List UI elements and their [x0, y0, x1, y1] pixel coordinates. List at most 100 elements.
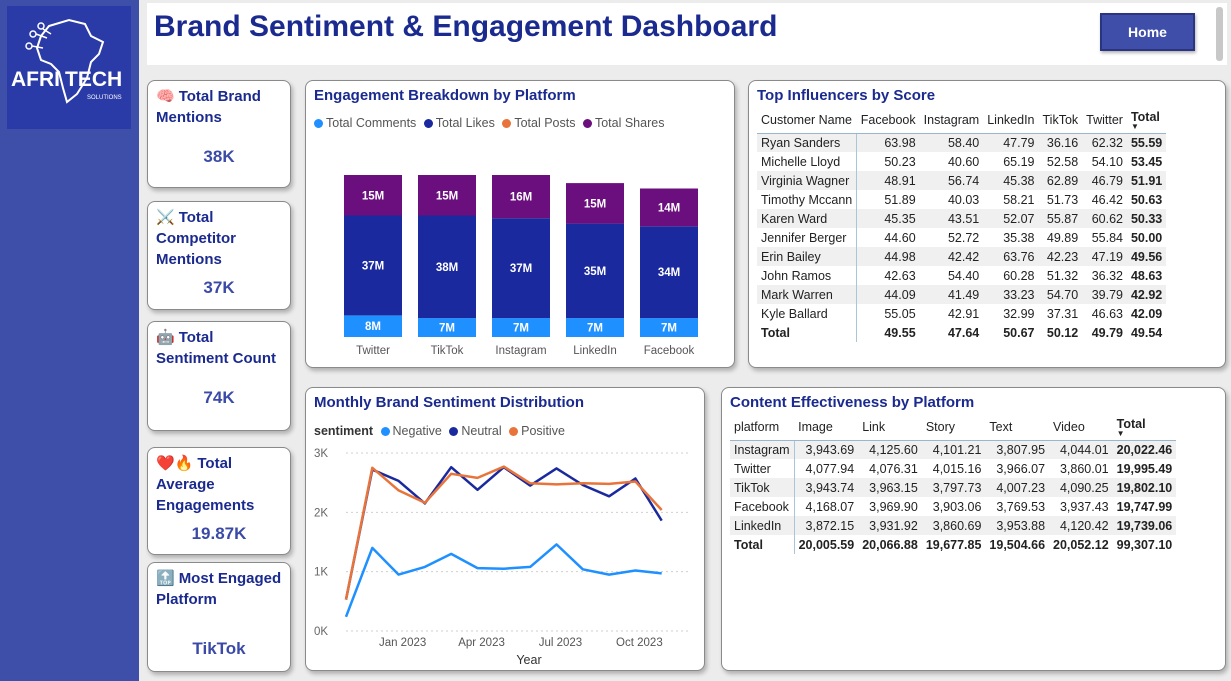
- table-row[interactable]: Michelle Lloyd 50.23 40.60 65.19 52.58 54.10 5…: [757, 152, 1166, 171]
- total-cell: 50.12: [1038, 323, 1083, 342]
- legend-item[interactable]: Total Comments: [314, 116, 416, 130]
- data-label: 7M: [661, 323, 677, 335]
- panel-title: Content Effectiveness by Platform: [730, 394, 975, 411]
- data-label: 7M: [513, 323, 529, 335]
- table-row[interactable]: TikTok 3,943.74 3,963.15 3,797.73 4,007.23 4,…: [730, 478, 1177, 497]
- column-header[interactable]: Facebook: [856, 107, 920, 134]
- x-tick-label: TikTok: [431, 345, 464, 357]
- table-cell: 50.63: [1130, 192, 1163, 207]
- table-row[interactable]: Virginia Wagner 48.91 56.74 45.38 62.89 46.79…: [757, 171, 1167, 190]
- table-cell: 43.51: [919, 209, 984, 228]
- table-row[interactable]: Mark Warren 44.09 41.49 33.23 54.70 39.79 42.9…: [757, 285, 1167, 304]
- table-row[interactable]: John Ramos 42.63 54.40 60.28 51.32 36.32 48.63: [757, 266, 1166, 285]
- table-cell: 45.35: [856, 209, 920, 228]
- table-cell: 3,943.74: [794, 478, 859, 497]
- total-cell: 50.67: [983, 323, 1039, 342]
- column-header[interactable]: Twitter: [1082, 107, 1127, 134]
- table-cell: 46.79: [1082, 171, 1127, 190]
- series-line[interactable]: [344, 465, 663, 600]
- table-cell: 40.03: [947, 192, 980, 207]
- row-label: Kyle Ballard: [757, 304, 858, 323]
- row-label: Twitter: [730, 459, 795, 478]
- table-cell: 39.79: [1082, 285, 1127, 304]
- table-row[interactable]: Kyle Ballard 55.05 42.91 32.99 37.31 46.63 42.…: [757, 304, 1166, 323]
- table-row[interactable]: Ryan Sanders 63.98 58.40 47.79 36.16 62.32 55.…: [757, 133, 1167, 152]
- table-row[interactable]: Instagram 3,943.69 4,125.60 4,101.21 3,807.9…: [730, 440, 1177, 459]
- company-logo: AFRI TECH SOLUTIONS: [7, 6, 131, 129]
- total-cell: 49.79: [1082, 323, 1127, 342]
- table-cell: 4,077.94: [805, 461, 855, 476]
- table-cell: 58.40: [919, 133, 984, 152]
- series-line[interactable]: [344, 543, 662, 618]
- page-title: Brand Sentiment & Engagement Dashboard: [154, 10, 778, 43]
- x-tick-label: Facebook: [644, 345, 695, 357]
- column-header[interactable]: Image: [794, 414, 859, 441]
- table-cell: 3,860.01: [1059, 461, 1109, 476]
- column-header-sorted[interactable]: Total ▼: [1112, 414, 1177, 441]
- column-header[interactable]: Text: [985, 414, 1050, 441]
- legend-item[interactable]: Neutral: [449, 424, 502, 438]
- table-cell: 4,090.25: [1049, 478, 1113, 497]
- legend-item[interactable]: Negative: [380, 424, 442, 438]
- legend-item[interactable]: Total Likes: [423, 116, 495, 130]
- table-cell: 52.58: [1046, 154, 1079, 169]
- table-cell: 3,903.06: [932, 499, 982, 514]
- content-effectiveness-panel: Content Effectiveness by Platform platfo…: [721, 387, 1226, 671]
- y-tick-label: 1K: [314, 567, 328, 579]
- legend-item[interactable]: Total Shares: [582, 116, 664, 130]
- row-label: Facebook: [730, 497, 795, 516]
- home-button[interactable]: Home: [1100, 13, 1195, 51]
- table-row[interactable]: LinkedIn 3,872.15 3,931.92 3,860.69 3,953.88…: [730, 516, 1177, 535]
- table-cell: 51.73: [1046, 192, 1079, 207]
- y-tick-label: 3K: [314, 448, 328, 460]
- column-header[interactable]: Instagram: [919, 107, 984, 134]
- scrollbar[interactable]: [1216, 7, 1223, 61]
- table-cell: 62.89: [1038, 171, 1083, 190]
- table-cell: 42.23: [1038, 247, 1083, 266]
- column-header[interactable]: platform: [730, 414, 795, 441]
- table-cell: 4,101.21: [921, 440, 986, 459]
- column-header-sorted[interactable]: Total ▼: [1126, 107, 1167, 134]
- x-tick-label: Apr 2023: [458, 637, 505, 649]
- svg-text:TECH: TECH: [65, 68, 122, 91]
- legend-item[interactable]: Positive: [509, 424, 565, 438]
- table-cell: 4,120.42: [1049, 516, 1113, 535]
- svg-text:AFRI: AFRI: [11, 68, 60, 91]
- table-row[interactable]: Facebook 4,168.07 3,969.90 3,903.06 3,769.53…: [730, 497, 1176, 516]
- table-row[interactable]: Timothy Mccann 51.89 40.03 58.21 51.73 46.42 5…: [757, 190, 1166, 209]
- table-cell: 63.98: [856, 133, 920, 152]
- row-label: Karen Ward: [757, 209, 858, 228]
- table-cell: 46.42: [1091, 192, 1123, 207]
- engagement-bar-chart: 8M 37M 15M Twitter 7M 38M 15M TikTok 7M 37M 16M Ins…: [344, 175, 698, 357]
- table-cell: 3,807.95: [985, 440, 1050, 459]
- column-header[interactable]: Video: [1049, 414, 1113, 441]
- table-cell: 60.62: [1082, 209, 1127, 228]
- table-row[interactable]: Erin Bailey 44.98 42.42 63.76 42.23 47.19 49.5…: [757, 247, 1167, 266]
- column-header[interactable]: TikTok: [1038, 107, 1083, 134]
- column-header[interactable]: Customer Name: [757, 107, 857, 134]
- kpi-value: 38K: [203, 147, 235, 166]
- x-tick-label: Jan 2023: [379, 637, 426, 649]
- total-cell: 49.55: [856, 323, 920, 342]
- legend-item[interactable]: Total Posts: [502, 116, 575, 130]
- table-cell: 3,963.15: [858, 478, 922, 497]
- column-header[interactable]: Link: [858, 414, 922, 441]
- sort-descending-icon: ▼: [1116, 428, 1125, 438]
- row-label: Instagram: [730, 440, 795, 459]
- column-header[interactable]: LinkedIn: [983, 107, 1039, 134]
- content-effectiveness-table: platform Image Link Story Text Video Tot…: [730, 414, 1177, 554]
- table-cell: 35.38: [1003, 230, 1035, 245]
- table-row[interactable]: Karen Ward 45.35 43.51 52.07 55.87 60.62 50.33: [757, 209, 1167, 228]
- table-row[interactable]: Jennifer Berger 44.60 52.72 35.38 49.89 55.84…: [757, 228, 1166, 247]
- row-label: TikTok: [730, 478, 795, 497]
- table-row[interactable]: Twitter 4,077.94 4,076.31 4,015.16 3,966.07 3…: [730, 459, 1176, 478]
- table-cell: 20,022.46: [1112, 440, 1177, 459]
- sort-descending-icon: ▼: [1130, 121, 1139, 131]
- column-header[interactable]: Story: [921, 414, 986, 441]
- row-label: Ryan Sanders: [757, 133, 858, 152]
- table-cell: 55.87: [1038, 209, 1083, 228]
- total-cell: 47.64: [919, 323, 984, 342]
- data-label: 14M: [658, 202, 680, 214]
- x-tick-label: Instagram: [495, 345, 546, 357]
- table-cell: 42.92: [1126, 285, 1167, 304]
